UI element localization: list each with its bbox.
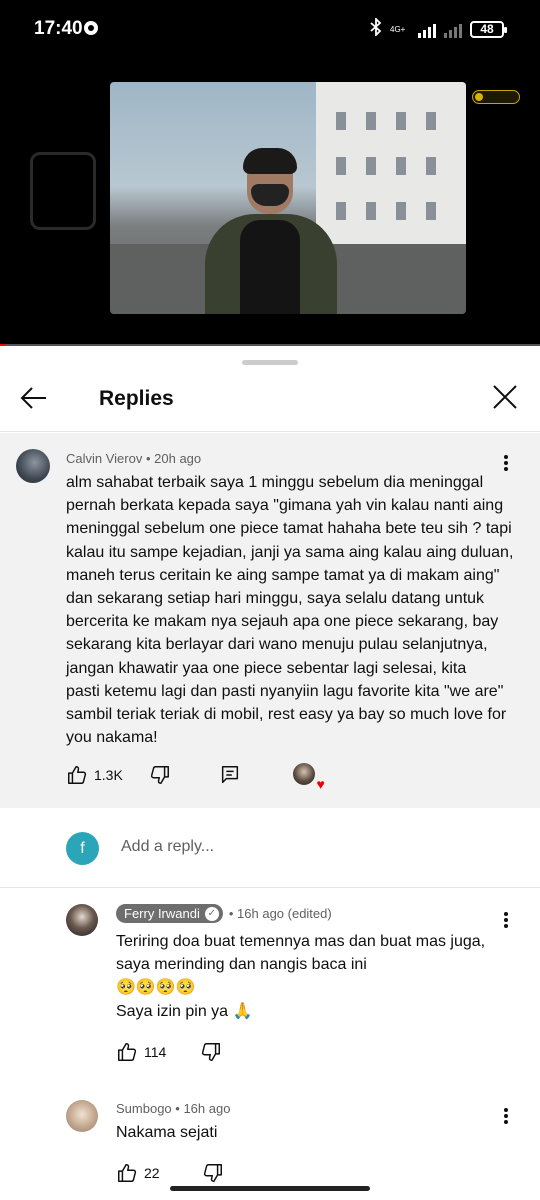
comment-text: Nakama sejati bbox=[116, 1121, 506, 1144]
thumbs-up-icon bbox=[118, 1164, 137, 1182]
status-time: 17:40 bbox=[34, 18, 83, 39]
back-arrow-icon bbox=[20, 387, 46, 409]
thumbs-down-icon bbox=[202, 1043, 221, 1061]
like-count: 1.3K bbox=[94, 767, 123, 783]
comment-meta: Ferry Irwandi ✓ • 16h ago (edited) bbox=[116, 904, 332, 923]
more-options-button[interactable] bbox=[496, 910, 516, 934]
video-person bbox=[195, 148, 345, 314]
dislike-button[interactable] bbox=[200, 1041, 222, 1063]
sheet-title: Replies bbox=[99, 387, 174, 410]
comment-line: Teriring doa buat temennya mas dan buat … bbox=[116, 933, 486, 950]
comment-line: meninggal sebelum one piece tamat hahaha… bbox=[66, 520, 512, 538]
comment-line: pasti ketemu lagi dan pasti nyanyiin lag… bbox=[66, 682, 504, 700]
back-button[interactable] bbox=[18, 382, 50, 414]
comment-line: bercerita ke makam nya sejauh apa one pi… bbox=[66, 613, 499, 631]
video-progress-fill bbox=[0, 344, 6, 346]
comment-actions: 1.3K ♥ bbox=[66, 763, 325, 791]
video-progress-bar[interactable] bbox=[0, 344, 540, 346]
comment-text: alm sahabat terbaik saya 1 minggu sebelu… bbox=[66, 471, 516, 749]
dislike-button[interactable] bbox=[202, 1162, 224, 1184]
comment-line: kalau itu sampe kejadian, janji ya sama … bbox=[66, 543, 514, 561]
comment-author[interactable]: Sumbogo bbox=[116, 1101, 172, 1116]
video-player[interactable] bbox=[0, 60, 540, 346]
comment-line: Nakama sejati bbox=[116, 1124, 218, 1141]
verified-check-icon: ✓ bbox=[204, 906, 219, 921]
status-icons: 4G+ 48 bbox=[370, 16, 507, 41]
battery-icon: 48 bbox=[470, 21, 507, 38]
sheet-header: Replies bbox=[0, 368, 540, 432]
signal-strength-icon bbox=[418, 22, 436, 38]
creator-chip[interactable]: Ferry Irwandi ✓ bbox=[116, 904, 223, 923]
film-frame-decoration bbox=[30, 152, 96, 230]
avatar[interactable] bbox=[16, 449, 50, 483]
comment-line: jangan khawatir yaa one piece sebentar l… bbox=[66, 659, 467, 677]
whatsapp-notification-icon bbox=[84, 21, 98, 35]
comment-line: sambil teriak teriak di mobil, rest easy… bbox=[66, 706, 507, 724]
comment-actions: 114 bbox=[116, 1041, 222, 1063]
comment-author: Ferry Irwandi bbox=[124, 906, 200, 921]
thumbs-down-icon bbox=[150, 766, 169, 784]
close-button[interactable] bbox=[490, 382, 520, 412]
signal-strength-sim2-icon bbox=[444, 22, 462, 38]
avatar[interactable] bbox=[66, 904, 98, 936]
bluetooth-icon bbox=[370, 16, 382, 41]
comment-age: 20h ago bbox=[154, 451, 202, 466]
creator-mini-avatar bbox=[292, 763, 315, 785]
replies-sheet: Replies Calvin Vierov • 20h ago alm saha… bbox=[0, 348, 540, 1200]
like-count: 22 bbox=[144, 1165, 160, 1181]
comment-line: saya merinding dan nangis baca ini bbox=[116, 956, 367, 974]
reply-button[interactable] bbox=[219, 764, 241, 786]
comment-line: 🥺🥺🥺🥺 bbox=[116, 979, 196, 997]
comment-line: sekarang kita berlayar dari wano menuju … bbox=[66, 636, 488, 654]
thumbs-up-icon bbox=[118, 1043, 137, 1061]
add-reply-row: f Add a reply... bbox=[0, 808, 540, 888]
thumbs-up-icon bbox=[68, 766, 87, 784]
user-avatar: f bbox=[66, 832, 99, 865]
network-type: 4G+ bbox=[390, 24, 406, 34]
heart-icon: ♥ bbox=[316, 776, 325, 792]
comment-line: you nakama! bbox=[66, 729, 158, 747]
comment-actions: 22 bbox=[116, 1162, 224, 1184]
like-count: 114 bbox=[144, 1044, 167, 1060]
reply-item: Sumbogo • 16h ago Nakama sejati 22 bbox=[0, 1088, 540, 1200]
more-options-button[interactable] bbox=[496, 453, 516, 477]
creator-heart-badge: ♥ bbox=[292, 763, 325, 791]
parent-comment: Calvin Vierov • 20h ago alm sahabat terb… bbox=[0, 433, 540, 808]
comment-icon bbox=[221, 766, 238, 784]
reply-item: Ferry Irwandi ✓ • 16h ago (edited) Terir… bbox=[0, 888, 540, 1078]
like-button[interactable] bbox=[66, 764, 88, 786]
comment-author[interactable]: Calvin Vierov bbox=[66, 451, 142, 466]
thumbs-down-icon bbox=[203, 1164, 222, 1182]
like-button[interactable] bbox=[116, 1041, 138, 1063]
comment-line: pernah berkata kepada saya "gimana yah v… bbox=[66, 497, 504, 515]
comment-text: Teriring doa buat temennya mas dan buat … bbox=[116, 930, 506, 1023]
channel-watermark-logo bbox=[472, 90, 520, 104]
status-bar: 17:40 4G+ 48 bbox=[0, 0, 540, 60]
close-icon bbox=[493, 385, 517, 409]
drag-handle[interactable] bbox=[242, 360, 298, 365]
reply-input[interactable]: Add a reply... bbox=[121, 838, 214, 856]
comment-line: Saya izin pin ya 🙏 bbox=[116, 1002, 253, 1020]
more-options-button[interactable] bbox=[496, 1106, 516, 1130]
gesture-nav-bar[interactable] bbox=[170, 1186, 370, 1191]
video-frame bbox=[110, 82, 466, 314]
comment-line: maneh terus ceritain ke aing sampe tamat… bbox=[66, 566, 500, 584]
avatar[interactable] bbox=[66, 1100, 98, 1132]
like-button[interactable] bbox=[116, 1162, 138, 1184]
comment-age: 16h ago bbox=[183, 1101, 231, 1116]
comment-line: dan sekarang setiap hari minggu, saya se… bbox=[66, 590, 485, 608]
comment-meta: Sumbogo • 16h ago bbox=[116, 1101, 231, 1116]
comment-age: 16h ago (edited) bbox=[237, 906, 332, 921]
dislike-button[interactable] bbox=[149, 764, 171, 786]
comment-meta: Calvin Vierov • 20h ago bbox=[66, 451, 202, 466]
comment-line: alm sahabat terbaik saya 1 minggu sebelu… bbox=[66, 474, 484, 491]
